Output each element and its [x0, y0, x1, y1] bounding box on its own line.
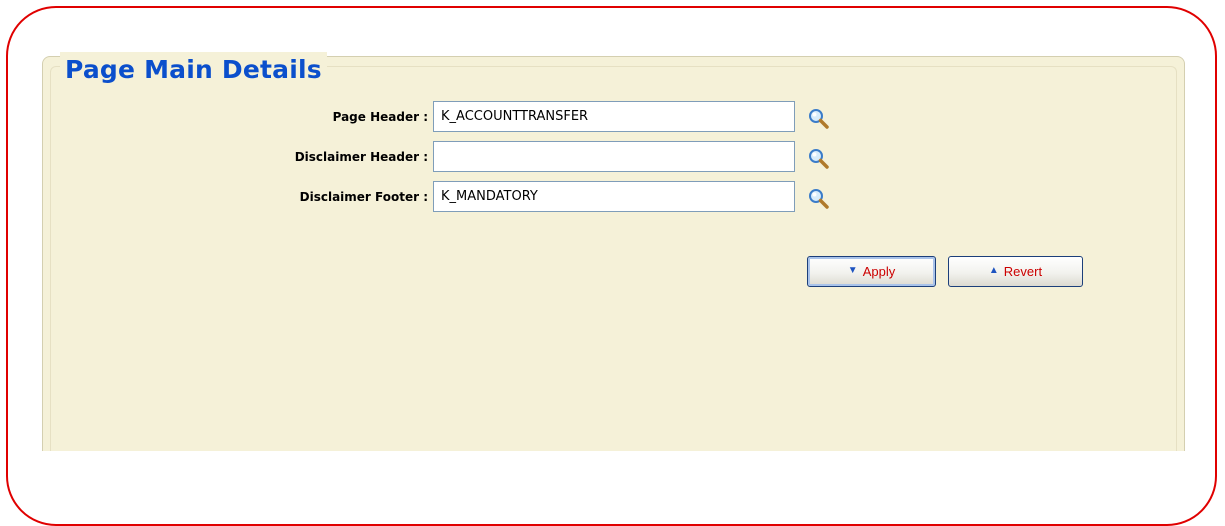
apply-button[interactable]: ▼ Apply	[807, 256, 936, 287]
apply-button-label: Apply	[862, 264, 896, 279]
disclaimer-header-lookup-icon[interactable]	[806, 147, 832, 171]
panel-title: Page Main Details	[60, 52, 327, 88]
disclaimer-header-input[interactable]	[433, 141, 795, 172]
triangle-down-icon: ▼	[847, 265, 858, 276]
page-header-lookup-icon[interactable]	[806, 107, 832, 131]
page-header-input[interactable]	[433, 101, 795, 132]
disclaimer-header-label: Disclaimer Header :	[294, 150, 428, 164]
disclaimer-footer-lookup-icon[interactable]	[806, 187, 832, 211]
screenshot-frame: Page Main Details Page Header : Disclaim…	[0, 0, 1225, 526]
page-header-label: Page Header :	[332, 110, 428, 124]
triangle-up-icon: ▲	[988, 265, 999, 276]
disclaimer-footer-input[interactable]	[433, 181, 795, 212]
revert-button-label: Revert	[1003, 264, 1043, 279]
disclaimer-footer-label: Disclaimer Footer :	[299, 190, 428, 204]
revert-button[interactable]: ▲ Revert	[948, 256, 1083, 287]
